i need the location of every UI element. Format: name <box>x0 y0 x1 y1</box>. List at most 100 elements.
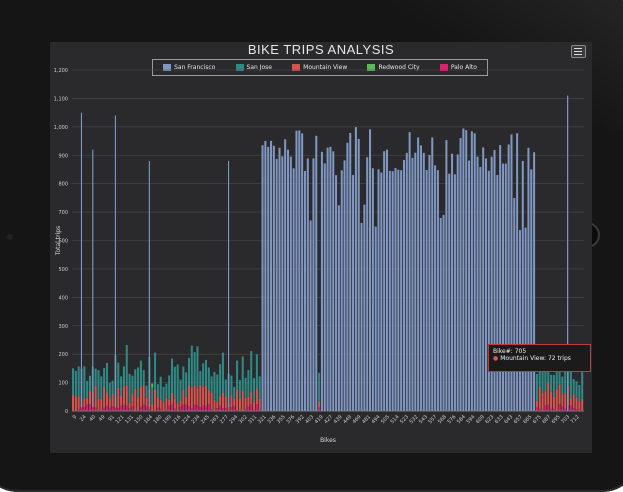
bar-palo-alto <box>544 406 546 411</box>
bar-san-francisco <box>346 143 348 411</box>
bar-san-francisco <box>338 205 340 411</box>
chart-screen: BIKE TRIPS ANALYSIS San Francisco San Jo… <box>50 42 592 453</box>
bar-san-francisco <box>403 160 405 411</box>
bar-chart-plot: 01002003004005006007008009001,0001,1001,… <box>50 42 592 453</box>
bar-mountain-view <box>112 393 114 406</box>
bar-san-francisco <box>482 147 484 411</box>
bar-palo-alto <box>157 408 159 411</box>
bar-mountain-view <box>547 382 549 404</box>
bar-san-jose <box>140 361 142 387</box>
bar-san-jose <box>544 370 546 392</box>
bar-palo-alto <box>168 406 170 411</box>
bar-san-francisco <box>443 215 445 411</box>
bar-palo-alto <box>131 406 133 411</box>
bar-san-jose <box>126 345 128 385</box>
bar-mountain-view <box>230 395 232 408</box>
bar-palo-alto <box>123 405 125 411</box>
bar-mountain-view <box>129 403 131 409</box>
y-tick-label: 700 <box>58 210 68 216</box>
bar-mountain-view <box>103 387 105 408</box>
bar-san-jose <box>256 354 258 388</box>
bar-palo-alto <box>205 406 207 411</box>
bar-san-francisco <box>270 141 272 411</box>
bar-san-jose <box>131 376 133 394</box>
bar-mountain-view <box>259 399 261 410</box>
bar-san-francisco <box>451 154 453 411</box>
bar-san-jose <box>191 346 193 388</box>
bar-palo-alto <box>120 406 122 411</box>
bar-san-francisco <box>304 171 306 411</box>
bar-san-francisco <box>383 151 385 411</box>
bar-palo-alto <box>80 407 82 411</box>
y-tick-label: 1,200 <box>54 68 68 74</box>
bar-mountain-view <box>126 385 128 405</box>
bar-palo-alto <box>225 408 227 411</box>
bar-mountain-view <box>151 404 153 410</box>
bar-mountain-view <box>185 397 187 405</box>
bar-san-francisco <box>344 160 346 411</box>
bar-san-francisco <box>276 159 278 411</box>
bar-mountain-view <box>83 399 85 407</box>
bar-san-jose <box>86 381 88 398</box>
bar-mountain-view <box>208 390 210 404</box>
tooltip-series-dot: ● <box>493 355 498 362</box>
bar-san-jose <box>239 380 241 398</box>
bar-palo-alto <box>109 408 111 411</box>
bar-san-jose <box>182 367 184 390</box>
bar-san-jose <box>233 387 235 399</box>
bar-palo-alto <box>106 406 108 411</box>
bar-san-francisco <box>426 170 428 411</box>
bar-palo-alto <box>202 405 204 411</box>
bar-san-francisco <box>479 167 481 411</box>
bar-san-francisco <box>310 221 312 411</box>
bar-san-francisco <box>363 205 365 411</box>
bar-san-jose <box>137 367 139 397</box>
bar-san-jose <box>211 376 213 392</box>
bar-palo-alto <box>573 408 575 411</box>
bar-palo-alto <box>188 406 190 411</box>
bar-mountain-view <box>179 401 181 407</box>
bar-mountain-view <box>86 398 88 405</box>
camera-dot <box>7 234 13 240</box>
bar-palo-alto <box>114 408 116 411</box>
bar-mountain-view <box>536 401 538 407</box>
bar-redwood-city <box>151 383 153 387</box>
bar-mountain-view <box>97 399 99 410</box>
bar-palo-alto <box>140 407 142 411</box>
y-tick-label: 1,100 <box>54 96 68 102</box>
bar-san-jose <box>106 363 108 393</box>
tooltip-line: Mountain View: 72 trips <box>500 355 571 362</box>
bar-mountain-view <box>95 385 97 407</box>
bar-san-francisco <box>315 136 317 411</box>
bar-san-jose <box>188 358 190 385</box>
bar-mountain-view <box>542 393 544 411</box>
bar-palo-alto <box>117 408 119 411</box>
bar-mountain-view <box>553 397 555 409</box>
bar-mountain-view <box>191 387 193 408</box>
bar-san-francisco <box>417 137 419 411</box>
bar-san-jose <box>109 383 111 399</box>
bar-san-francisco <box>295 131 297 411</box>
bar-san-francisco <box>502 164 504 411</box>
bar-mountain-view <box>177 403 179 410</box>
bar-mountain-view <box>182 390 184 405</box>
bar-san-francisco <box>372 168 374 411</box>
x-tick-label: 9 <box>72 414 78 420</box>
bar-san-francisco <box>448 174 450 411</box>
bar-mountain-view <box>137 397 139 410</box>
bar-san-jose <box>117 363 119 388</box>
bar-mountain-view <box>576 397 578 409</box>
bar-san-francisco <box>324 163 326 411</box>
bar-san-jose <box>163 387 165 403</box>
bar-mountain-view <box>194 385 196 404</box>
bar-mountain-view <box>544 391 546 405</box>
bar-san-francisco <box>434 165 436 411</box>
bar-san-francisco <box>428 155 430 411</box>
bar-palo-alto <box>171 404 173 411</box>
bar-mountain-view <box>578 402 580 410</box>
bar-san-francisco <box>287 150 289 411</box>
bar-mountain-view <box>242 391 244 411</box>
bar-mountain-view <box>233 399 235 406</box>
bar-mountain-view <box>239 398 241 410</box>
bar-san-jose <box>179 380 181 401</box>
